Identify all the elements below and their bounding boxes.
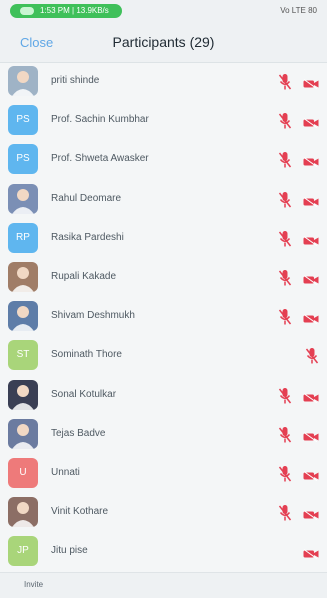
camera-off-icon [303, 76, 319, 90]
participant-name: Vinit Kothare [51, 506, 109, 518]
mic-muted-icon [278, 269, 292, 287]
participant-row[interactable]: U Unnati [0, 454, 327, 493]
participant-row[interactable]: priti shinde [0, 62, 327, 101]
avatar [8, 262, 38, 292]
participant-name: Rasika Pardeshi [51, 231, 124, 243]
participant-name: Jitu pise [51, 545, 88, 557]
camera-off-icon [303, 194, 319, 207]
avatar: PS [8, 144, 38, 175]
camera-off-icon [303, 154, 319, 168]
invite-button[interactable]: Invite [24, 580, 43, 589]
participant-name: Prof. Sachin Kumbhar [51, 114, 149, 126]
camera-off-icon [303, 390, 319, 403]
avatar: RP [8, 222, 38, 253]
participant-row[interactable]: ST Sominath Thore [0, 336, 327, 375]
participant-row[interactable]: RP Rasika Pardeshi [0, 219, 327, 258]
avatar: U [8, 458, 38, 488]
avatar: PS [8, 105, 38, 136]
mic-muted-icon [278, 308, 292, 326]
avatar [8, 301, 38, 332]
call-status-pill[interactable]: 1:53 PM | 13.9KB/s [10, 4, 122, 18]
participant-name: Prof. Shweta Awasker [51, 153, 149, 165]
participant-name: Rupali Kakade [51, 271, 117, 282]
participant-row[interactable]: PS Prof. Sachin Kumbhar [0, 101, 327, 140]
mic-muted-icon [278, 230, 292, 248]
system-indicators: Vo LTE 80 [280, 6, 317, 15]
participant-row[interactable]: Tejas Badve [0, 415, 327, 454]
avatar [8, 497, 38, 528]
participant-row[interactable]: Rahul Deomare [0, 180, 327, 219]
participant-row[interactable]: JP Jitu pise [0, 532, 327, 571]
avatar: ST [8, 340, 38, 371]
mic-muted-icon [278, 504, 292, 522]
status-bar: 1:53 PM | 13.9KB/s Vo LTE 80 [0, 0, 327, 22]
participants-header: Close Participants (29) [0, 22, 327, 63]
participant-row[interactable]: Shivam Deshmukh [0, 297, 327, 336]
participant-name: Shivam Deshmukh [51, 310, 135, 322]
participant-name: Tejas Badve [51, 427, 106, 439]
camera-off-icon [303, 115, 319, 129]
avatar [8, 66, 38, 96]
mic-muted-icon [305, 347, 319, 365]
camera-off-icon [303, 311, 319, 325]
mic-muted-icon [278, 151, 292, 169]
participant-name: Sominath Thore [51, 349, 122, 361]
bottom-bar: Invite [0, 572, 327, 598]
page-title: Participants (29) [112, 34, 215, 50]
participant-name: Unnati [51, 467, 80, 478]
participant-list[interactable]: priti shinde PS Prof. Sachin Kumbhar PS Prof… [0, 62, 327, 572]
participant-name: priti shinde [51, 75, 100, 86]
mic-muted-icon [278, 73, 292, 91]
call-icon [20, 7, 34, 15]
mic-muted-icon [278, 387, 292, 405]
camera-off-icon [303, 507, 319, 521]
participant-row[interactable]: Vinit Kothare [0, 493, 327, 532]
avatar [8, 183, 38, 214]
participant-row[interactable]: Sonal Kotulkar [0, 376, 327, 415]
avatar [8, 418, 38, 449]
avatar: JP [8, 536, 38, 567]
participant-name: Sonal Kotulkar [51, 388, 117, 400]
participant-row[interactable]: PS Prof. Shweta Awasker [0, 140, 327, 179]
mic-muted-icon [278, 465, 292, 483]
participant-row[interactable]: Rupali Kakade [0, 258, 327, 297]
camera-off-icon [303, 468, 319, 482]
camera-off-icon [303, 429, 319, 443]
mic-muted-icon [278, 191, 292, 209]
camera-off-icon [303, 272, 319, 286]
avatar [8, 379, 38, 410]
participant-name: Rahul Deomare [51, 192, 122, 204]
mic-muted-icon [278, 112, 292, 130]
camera-off-icon [303, 233, 319, 247]
call-status-text: 1:53 PM | 13.9KB/s [40, 6, 109, 15]
mic-muted-icon [278, 426, 292, 444]
camera-off-icon [303, 546, 319, 560]
